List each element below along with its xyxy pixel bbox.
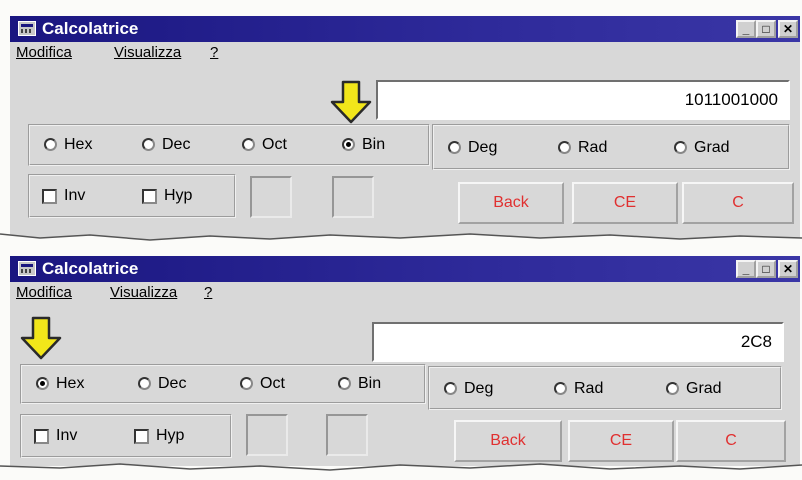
inv-hyp-group: Inv Hyp <box>28 174 236 218</box>
checkbox-label-inv: Inv <box>56 427 78 444</box>
calculator-window-hex: Calcolatrice _ □ ✕ Modifica Visualizza ?… <box>10 256 800 466</box>
inv-hyp-group: Inv Hyp <box>20 414 232 458</box>
radio-label-deg: Deg <box>468 139 498 156</box>
calculator-app-icon <box>18 261 36 276</box>
radio-label-dec: Dec <box>158 375 187 392</box>
radio-dot-selected <box>36 377 49 390</box>
checkbox-box <box>134 429 149 444</box>
checkbox-box <box>142 189 157 204</box>
menu-help[interactable]: ? <box>210 44 218 61</box>
back-button[interactable]: Back <box>458 182 564 224</box>
parenthesis-indicator <box>326 414 368 456</box>
menu-bar: Modifica Visualizza ? <box>10 44 800 66</box>
angle-unit-group: Deg Rad Grad <box>432 124 790 170</box>
number-base-group: Hex Dec Oct Bin <box>20 364 426 404</box>
ce-button[interactable]: CE <box>572 182 678 224</box>
radio-dot <box>138 377 151 390</box>
menu-bar: Modifica Visualizza ? <box>10 284 800 306</box>
minimize-icon[interactable]: _ <box>736 260 756 278</box>
checkbox-box <box>34 429 49 444</box>
window-title: Calcolatrice <box>42 259 139 278</box>
menu-help[interactable]: ? <box>204 284 212 301</box>
radio-dot <box>338 377 351 390</box>
memory-indicator <box>250 176 292 218</box>
maximize-icon[interactable]: □ <box>756 20 776 38</box>
result-display: 2C8 <box>372 322 784 362</box>
radio-label-grad: Grad <box>686 380 722 397</box>
radio-label-grad: Grad <box>694 139 730 156</box>
torn-edge <box>0 233 802 252</box>
radio-dot <box>44 138 57 151</box>
result-display: 1011001000 <box>376 80 790 120</box>
window-title: Calcolatrice <box>42 19 139 38</box>
radio-label-hex: Hex <box>64 136 93 153</box>
radio-dot <box>554 382 567 395</box>
radio-label-bin: Bin <box>362 136 386 153</box>
angle-unit-group: Deg Rad Grad <box>428 366 782 410</box>
radio-dot <box>142 138 155 151</box>
radio-label-bin: Bin <box>358 375 382 392</box>
radio-dot-selected <box>342 138 355 151</box>
radio-label-hex: Hex <box>56 375 85 392</box>
radio-label-oct: Oct <box>262 136 287 153</box>
menu-visualizza[interactable]: Visualizza <box>110 284 177 301</box>
radio-label-rad: Rad <box>574 380 604 397</box>
checkbox-label-hyp: Hyp <box>164 187 193 204</box>
radio-dot <box>242 138 255 151</box>
menu-visualizza[interactable]: Visualizza <box>114 44 181 61</box>
arrow-down-icon <box>20 316 62 360</box>
radio-label-rad: Rad <box>578 139 608 156</box>
title-bar: Calcolatrice _ □ ✕ <box>10 16 800 42</box>
close-icon[interactable]: ✕ <box>778 260 798 278</box>
menu-modifica[interactable]: Modifica <box>16 44 72 61</box>
radio-dot <box>448 141 461 154</box>
arrow-down-icon <box>330 80 372 124</box>
maximize-icon[interactable]: □ <box>756 260 776 278</box>
radio-dot <box>240 377 253 390</box>
parenthesis-indicator <box>332 176 374 218</box>
checkbox-label-hyp: Hyp <box>156 427 185 444</box>
radio-dot <box>444 382 457 395</box>
radio-label-dec: Dec <box>162 136 191 153</box>
checkbox-box <box>42 189 57 204</box>
memory-indicator <box>246 414 288 456</box>
title-bar: Calcolatrice _ □ ✕ <box>10 256 800 282</box>
number-base-group: Hex Dec Oct Bin <box>28 124 430 166</box>
radio-label-oct: Oct <box>260 375 285 392</box>
calculator-app-icon <box>18 21 36 36</box>
close-icon[interactable]: ✕ <box>778 20 798 38</box>
c-button[interactable]: C <box>682 182 794 224</box>
torn-edge <box>0 463 802 480</box>
radio-dot <box>666 382 679 395</box>
radio-dot <box>558 141 571 154</box>
calculator-window-binary: Calcolatrice _ □ ✕ Modifica Visualizza ?… <box>10 16 800 240</box>
radio-dot <box>674 141 687 154</box>
menu-modifica[interactable]: Modifica <box>16 284 72 301</box>
checkbox-label-inv: Inv <box>64 187 86 204</box>
radio-label-deg: Deg <box>464 380 494 397</box>
minimize-icon[interactable]: _ <box>736 20 756 38</box>
